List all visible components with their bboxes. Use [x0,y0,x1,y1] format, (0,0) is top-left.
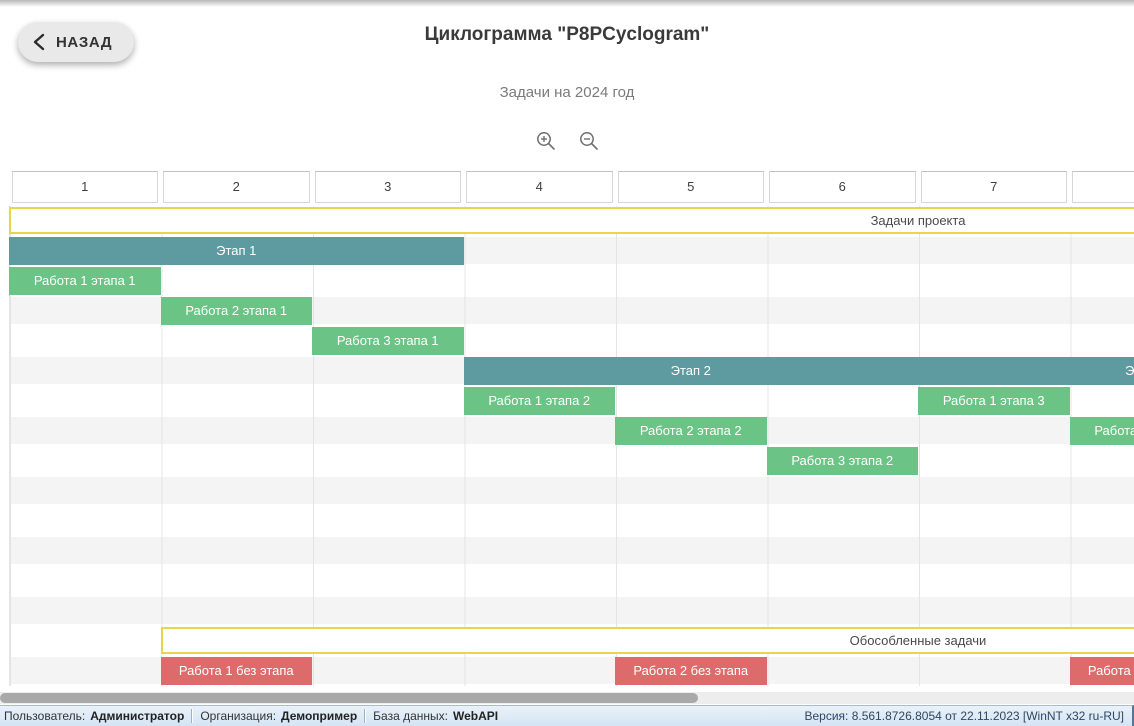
task-bar[interactable]: Работа 3 этапа 2 [767,447,919,475]
task-bar[interactable]: Работа 2 этапа 3 [1070,417,1134,445]
zoom-in-magnifier-icon [535,130,557,152]
status-org-label: Организация: [200,709,276,723]
horizontal-scrollbar-thumb[interactable] [0,693,698,703]
status-db-value: WebAPI [453,709,498,723]
summary-task-bar[interactable]: Обособленные задачи [161,627,1134,654]
grid-rows-background [9,206,1134,686]
status-divider [364,709,366,723]
cyclogram-app-window: НАЗАД Циклограмма "P8PCyclogram" Задачи … [0,0,1134,726]
task-bar[interactable]: Работа 2 без этапа [615,657,767,685]
task-bar[interactable]: Работа 1 этапа 2 [464,387,616,415]
column-header-cell: 6 [769,171,916,203]
task-bar[interactable]: Работа 1 без этапа [161,657,313,685]
column-header-cell: 5 [618,171,765,203]
task-bar[interactable]: Работа 1 этапа 3 [918,387,1070,415]
status-org-value: Демопример [281,709,357,723]
status-org-field: Организация: Демопример [200,709,357,723]
zoom-out-button[interactable] [577,130,601,154]
status-version-text: Версия: 8.561.8726.8054 от 22.11.2023 [W… [804,706,1124,726]
gantt-chart-viewport: 123456789101112 Задачи проектаЭтап 1Рабо… [0,171,1134,686]
summary-task-bar[interactable]: Задачи проекта [9,207,1134,234]
column-header-cell: 1 [12,171,159,203]
status-db-label: База данных: [373,709,448,723]
status-user-field: Пользователь: Администратор [4,709,184,723]
task-bar[interactable]: Работа 3 без этапа [1070,657,1134,685]
page-title: Циклограмма "P8PCyclogram" [0,24,1134,46]
zoom-in-button[interactable] [534,130,558,154]
zoom-controls [0,130,1134,154]
column-header-cell: 8 [1072,171,1134,203]
column-header-cell: 3 [315,171,462,203]
column-header-cell: 7 [921,171,1068,203]
horizontal-scrollbar-track[interactable] [0,692,1134,704]
zoom-out-magnifier-icon [578,130,600,152]
column-header-cell: 4 [466,171,613,203]
page-subtitle: Задачи на 2024 год [0,84,1134,101]
status-user-value: Администратор [90,709,184,723]
gantt-chart-canvas: 123456789101112 Задачи проектаЭтап 1Рабо… [0,171,1134,686]
task-bar[interactable]: Работа 1 этапа 1 [9,267,161,295]
window-top-shadow [0,0,1134,7]
task-bar[interactable]: Этап 3 [918,357,1134,385]
task-bar[interactable]: Этап 1 [9,237,464,265]
status-bar: Пользователь: Администратор Организация:… [0,705,1134,726]
status-divider [191,709,193,723]
status-user-label: Пользователь: [4,709,85,723]
task-bar[interactable]: Работа 2 этапа 1 [161,297,313,325]
task-bar[interactable]: Работа 2 этапа 2 [615,417,767,445]
task-bar[interactable]: Этап 2 [464,357,919,385]
status-db-field: База данных: WebAPI [373,709,498,723]
column-header-cell: 2 [163,171,310,203]
task-bar[interactable]: Работа 3 этапа 1 [312,327,464,355]
